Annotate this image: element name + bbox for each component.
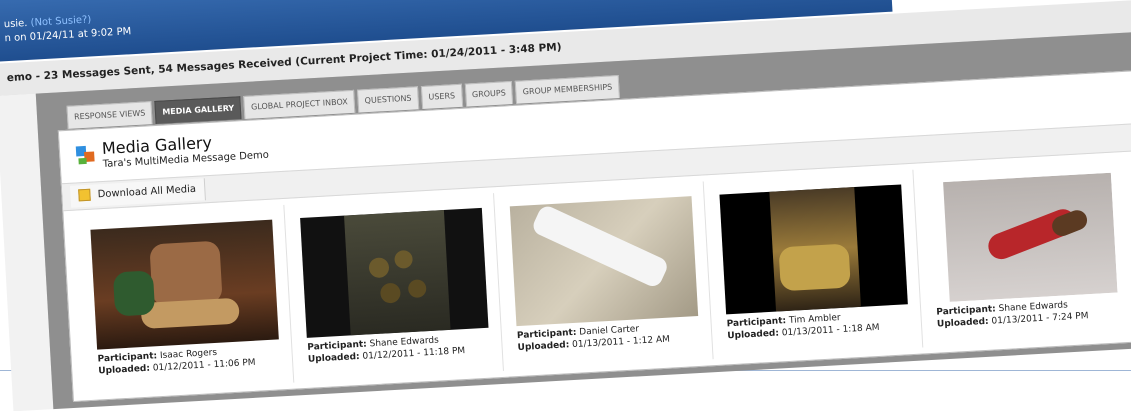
user-greeting: usie. (Not Susie?) [4, 14, 92, 30]
user-name: usie. [3, 17, 28, 31]
media-card[interactable]: Participant: Daniel Carter Uploaded: 01/… [499, 181, 714, 371]
uploaded-label: Uploaded: [727, 328, 780, 342]
media-caption: Participant: Tim Ambler Uploaded: 01/13/… [726, 310, 880, 342]
tab-media-gallery[interactable]: MEDIA GALLERY [154, 96, 242, 124]
participant-label: Participant: [307, 339, 368, 353]
media-thumbnail[interactable] [719, 184, 908, 315]
participant-label: Participant: [516, 327, 577, 342]
media-caption: Participant: Isaac Rogers Uploaded: 01/1… [97, 345, 256, 378]
participant-label: Participant: [97, 351, 158, 365]
uploaded-label: Uploaded: [307, 351, 360, 365]
tab-questions[interactable]: QUESTIONS [357, 86, 420, 113]
not-user-link[interactable]: (Not Susie?) [30, 14, 91, 28]
media-thumbnail[interactable] [509, 196, 699, 327]
tab-response-views[interactable]: RESPONSE VIEWS [66, 101, 153, 129]
media-caption: Participant: Shane Edwards Uploaded: 01/… [307, 333, 466, 366]
media-card[interactable]: Participant: Shane Edwards Uploaded: 01/… [918, 158, 1131, 347]
media-caption: Participant: Shane Edwards Uploaded: 01/… [936, 298, 1089, 330]
media-thumbnail[interactable] [300, 207, 489, 338]
app-window: usie. (Not Susie?) n on 01/24/11 at 9:02… [0, 0, 1131, 411]
uploaded-label: Uploaded: [517, 340, 570, 354]
participant-label: Participant: [726, 316, 787, 330]
participant-label: Participant: [936, 304, 997, 318]
tab-groups[interactable]: GROUPS [464, 80, 514, 107]
download-icon [78, 188, 91, 202]
gallery-header: Media Gallery Tara's MultiMedia Message … [75, 133, 269, 180]
tab-users[interactable]: USERS [420, 83, 463, 110]
media-card[interactable]: Participant: Shane Edwards Uploaded: 01/… [289, 193, 504, 383]
media-gallery-icon [75, 145, 95, 165]
download-all-media-label: Download All Media [97, 183, 197, 201]
content-area: RESPONSE VIEWS MEDIA GALLERY GLOBAL PROJ… [35, 31, 1131, 410]
download-all-media-button[interactable]: Download All Media [69, 178, 206, 208]
media-thumbnail[interactable] [90, 219, 279, 350]
participant-name: Isaac Rogers [159, 347, 218, 362]
uploaded-label: Uploaded: [936, 316, 989, 330]
participant-name: Tim Ambler [788, 313, 841, 326]
media-card[interactable]: Participant: Tim Ambler Uploaded: 01/13/… [708, 169, 924, 359]
participant-name: Daniel Carter [579, 324, 640, 338]
uploaded-label: Uploaded: [98, 363, 151, 377]
media-thumbnail[interactable] [929, 172, 1118, 303]
media-caption: Participant: Daniel Carter Uploaded: 01/… [517, 322, 671, 354]
media-card[interactable]: Participant: Isaac Rogers Uploaded: 01/1… [79, 204, 295, 395]
